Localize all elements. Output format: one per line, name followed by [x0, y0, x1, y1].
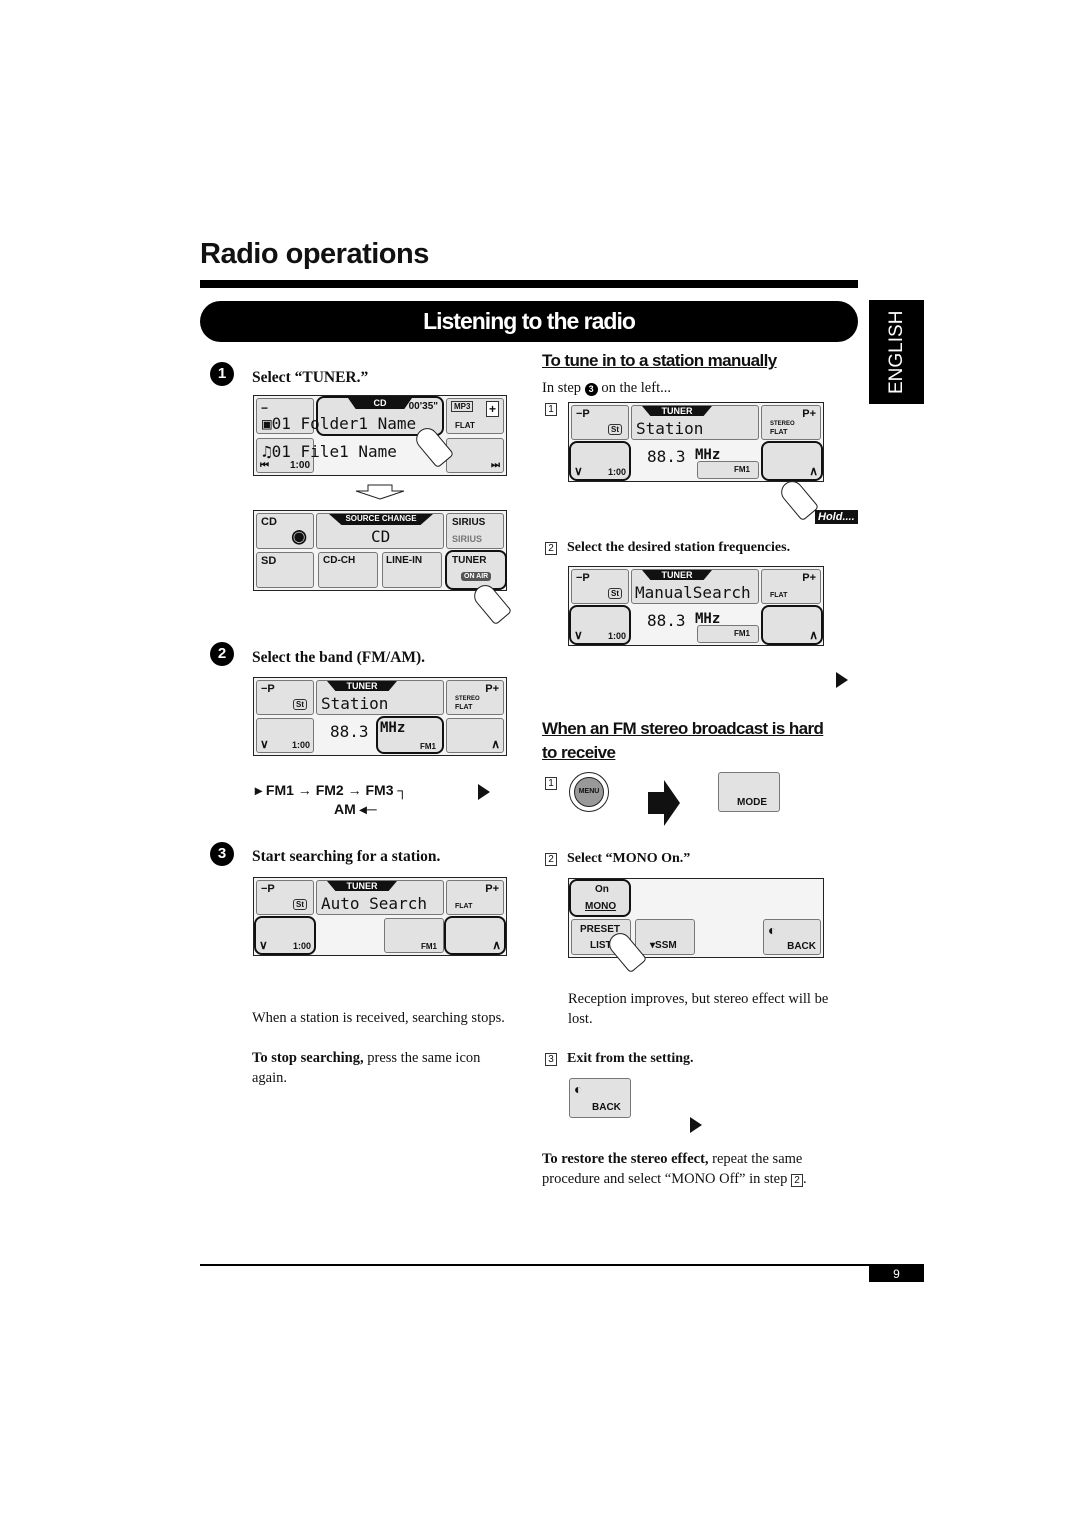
- page-number: 9: [869, 1266, 924, 1282]
- tuner-screen: −P St TUNER ManualSearch P+ FLAT ∨ 1:00 88.3…: [568, 566, 824, 646]
- ssm-button[interactable]: ▾SSM: [635, 919, 695, 955]
- back-button[interactable]: ◐ BACK: [763, 919, 821, 955]
- disc-icon: ◉: [291, 526, 307, 546]
- down-arrow-icon: [355, 484, 405, 500]
- frequency: 88.3: [647, 447, 686, 466]
- band-button[interactable]: FM1: [697, 461, 759, 479]
- search-note: When a station is received, searching st…: [252, 1010, 505, 1026]
- title-rule: [200, 280, 858, 288]
- language-tab: ENGLISH: [869, 300, 924, 404]
- seek-up-button[interactable]: ∧: [446, 718, 504, 753]
- manual-intro: In step 3 on the left...: [542, 380, 671, 396]
- track-time: 00'35": [408, 401, 438, 412]
- prev-icon: ⏮: [260, 460, 269, 471]
- source-tuner-button[interactable]: TUNER ON AIR: [445, 550, 507, 590]
- substep-number: 1: [545, 403, 557, 416]
- preset-up-button[interactable]: P+ FLAT: [761, 569, 821, 604]
- station-display: TUNER Station: [631, 405, 759, 440]
- source-sirius-button[interactable]: SIRIUS SIRIUS: [446, 513, 504, 549]
- step-label: Select the band (FM/AM).: [252, 649, 426, 666]
- next-icon: ⏭: [491, 460, 500, 471]
- step-number: 2: [210, 642, 234, 666]
- substep-number: 1: [545, 777, 557, 790]
- tuner-screen: −P St TUNER Station P+ STEREO FLAT ∨ 1:00 88.…: [253, 677, 507, 756]
- menu-knob[interactable]: MENU: [569, 772, 609, 812]
- back-button[interactable]: ◐ BACK: [569, 1078, 631, 1118]
- preset-down-button[interactable]: −P St: [256, 680, 314, 715]
- right-arrow-icon: [648, 780, 680, 826]
- footer-rule: [200, 1264, 924, 1266]
- right-arrow-icon: [478, 784, 490, 800]
- page-title: Radio operations: [200, 238, 429, 270]
- mode-screen: On MONO PRESET LIST ▾SSM ◐ BACK: [568, 878, 824, 974]
- restore-note: To restore the stereo effect, repeat the…: [542, 1151, 807, 1187]
- substep: 2 Select “MONO On.”: [545, 851, 690, 867]
- band-cycle-am: AM ◂─: [334, 801, 377, 817]
- mode-button[interactable]: MODE: [718, 772, 780, 812]
- next-track-button[interactable]: ⏭: [446, 438, 504, 473]
- station-display: TUNER Auto Search: [316, 880, 444, 915]
- tuner-screen: −P St TUNER Auto Search P+ FLAT ∨ 1:00 FM1 ∧: [253, 877, 507, 956]
- source-cd-button[interactable]: CD ◉: [256, 513, 314, 549]
- finger-icon: [776, 476, 820, 522]
- source-linein-button[interactable]: LINE-IN: [382, 552, 442, 588]
- step-number: 3: [210, 842, 234, 866]
- preset-up-button[interactable]: P+ STEREO FLAT: [761, 405, 821, 440]
- seek-down-button[interactable]: ∨ 1:00: [569, 605, 631, 645]
- preset-down-button[interactable]: −P St: [571, 405, 629, 440]
- timer-icon: ◐: [574, 1081, 583, 1097]
- timer-icon: ◐: [768, 922, 777, 938]
- preset-up-button[interactable]: P+ FLAT: [446, 880, 504, 915]
- folder-name: ▣01 Folder1 Name: [262, 414, 417, 433]
- preset-up-button[interactable]: P+ STEREO FLAT: [446, 680, 504, 715]
- frequency: 88.3: [647, 611, 686, 630]
- seek-down-button[interactable]: ∨ 1:00: [254, 916, 316, 955]
- mp3-flat-button[interactable]: MP3 + FLAT: [446, 398, 504, 434]
- step-label: Start searching for a station.: [252, 848, 441, 865]
- step-label: Select “TUNER.”: [252, 369, 369, 386]
- frequency: 88.3: [330, 722, 369, 741]
- tuner-screen: −P St TUNER Station P+ STEREO FLAT ∨ 1:00 88.…: [568, 402, 824, 522]
- section-banner: Listening to the radio: [200, 301, 858, 342]
- right-arrow-icon: [836, 672, 848, 688]
- stop-search-note: To stop searching, press the same icon a…: [252, 1050, 481, 1086]
- cd-screen: − CD 00'35" ▣01 Folder1 Name MP3 + FLAT …: [253, 395, 507, 476]
- source-sd-button[interactable]: SD: [256, 552, 314, 588]
- seek-up-button[interactable]: ∧: [761, 441, 823, 481]
- manual-tune-heading: To tune in to a station manually: [542, 351, 777, 370]
- preset-down-button[interactable]: −P St: [256, 880, 314, 915]
- source-cdch-button[interactable]: CD-CH: [318, 552, 378, 588]
- preset-down-button[interactable]: −P St: [571, 569, 629, 604]
- file-name: ♫01 File1 Name: [262, 442, 397, 461]
- mono-button[interactable]: On MONO: [569, 879, 631, 917]
- seek-up-button[interactable]: ∧: [444, 916, 506, 955]
- seek-down-button[interactable]: ∨ 1:00: [256, 718, 314, 753]
- mono-heading: When an FM stereo broadcast is hard to r…: [542, 719, 824, 762]
- band-button[interactable]: MHz FM1: [376, 716, 444, 754]
- current-source-display: SOURCE CHANGE CD: [316, 513, 444, 549]
- elapsed-time: 1:00: [290, 460, 311, 471]
- band-button[interactable]: FM1: [697, 625, 759, 643]
- mono-note: Reception improves, but stereo effect wi…: [568, 991, 829, 1027]
- substep: 3 Exit from the setting.: [545, 1051, 694, 1067]
- station-display: TUNER Station: [316, 680, 444, 715]
- source-tag: CD: [348, 398, 412, 409]
- step-number: 1: [210, 362, 234, 386]
- hold-label: Hold....: [815, 510, 858, 524]
- substep: 2 Select the desired station frequencies.: [545, 540, 790, 556]
- band-cycle: ▸ FM1 → FM2 → FM3 ┐: [255, 782, 408, 798]
- source-change-screen: CD ◉ SOURCE CHANGE CD SIRIUS SIRIUS SD CD-…: [253, 510, 513, 626]
- seek-down-button[interactable]: ∨ 1:00: [569, 441, 631, 481]
- seek-up-button[interactable]: ∧: [761, 605, 823, 645]
- right-arrow-icon: [690, 1117, 702, 1133]
- band-button[interactable]: FM1: [384, 918, 444, 953]
- station-display: TUNER ManualSearch: [631, 569, 759, 604]
